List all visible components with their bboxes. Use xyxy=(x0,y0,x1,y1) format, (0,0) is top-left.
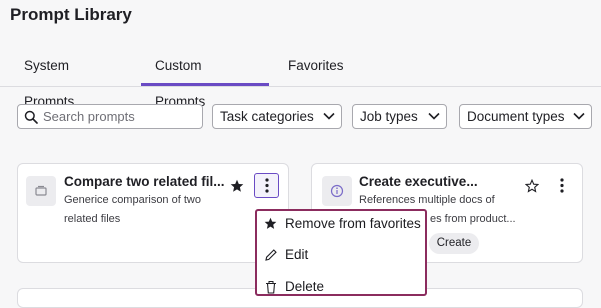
menu-item-label: Remove from favorites xyxy=(285,216,421,231)
menu-item-delete[interactable]: Delete xyxy=(257,275,425,294)
info-circle-icon xyxy=(330,184,344,198)
favorite-button[interactable] xyxy=(524,178,540,194)
more-options-button[interactable] xyxy=(254,173,279,198)
document-types-dropdown[interactable]: Document types xyxy=(459,104,592,129)
search-box[interactable] xyxy=(17,104,203,129)
card-description: References multiple docs of xyxy=(359,194,495,206)
star-filled-icon xyxy=(230,179,244,192)
menu-item-edit[interactable]: Edit xyxy=(257,243,425,267)
prompt-thumbnail xyxy=(322,176,352,206)
task-categories-label: Task categories xyxy=(220,109,314,124)
menu-item-label: Delete xyxy=(285,279,325,294)
card-title[interactable]: Compare two related fil... xyxy=(64,174,225,189)
card-options-menu: Remove from favorites Edit Delete xyxy=(255,209,427,296)
tab-system-prompts[interactable]: System Prompts xyxy=(10,48,134,109)
tab-bar: System Prompts Custom Prompts Favorites xyxy=(0,48,601,109)
tab-favorites[interactable]: Favorites xyxy=(274,48,358,86)
card-title[interactable]: Create executive... xyxy=(359,174,478,189)
card-description-continued: es from product... xyxy=(430,213,516,225)
prompt-thumbnail xyxy=(26,176,56,206)
create-button[interactable]: Create xyxy=(429,233,479,254)
menu-item-label: Edit xyxy=(285,247,309,262)
more-options-button[interactable] xyxy=(549,173,574,198)
search-input[interactable] xyxy=(43,108,193,125)
chevron-down-icon xyxy=(573,112,585,120)
chevron-down-icon xyxy=(323,112,335,120)
menu-item-remove-favorite[interactable]: Remove from favorites xyxy=(257,212,425,236)
search-icon xyxy=(24,110,38,124)
favorite-button[interactable] xyxy=(229,178,245,194)
document-icon xyxy=(35,185,47,196)
tab-custom-prompts[interactable]: Custom Prompts xyxy=(141,48,269,109)
task-categories-dropdown[interactable]: Task categories xyxy=(212,104,342,129)
pencil-icon xyxy=(265,249,277,261)
document-types-label: Document types xyxy=(467,109,565,124)
job-types-dropdown[interactable]: Job types xyxy=(352,104,447,129)
kebab-menu-icon xyxy=(264,178,269,193)
job-types-label: Job types xyxy=(360,109,418,124)
star-outline-icon xyxy=(525,179,539,193)
prompt-card[interactable]: Compare two related fil... Genericе comp… xyxy=(17,163,289,263)
trash-icon xyxy=(266,281,276,294)
kebab-menu-icon xyxy=(559,178,564,193)
card-description: Genericе comparison of two related files xyxy=(64,194,201,225)
star-icon xyxy=(264,217,277,229)
page-title: Prompt Library xyxy=(10,5,132,24)
chevron-down-icon xyxy=(428,112,440,120)
